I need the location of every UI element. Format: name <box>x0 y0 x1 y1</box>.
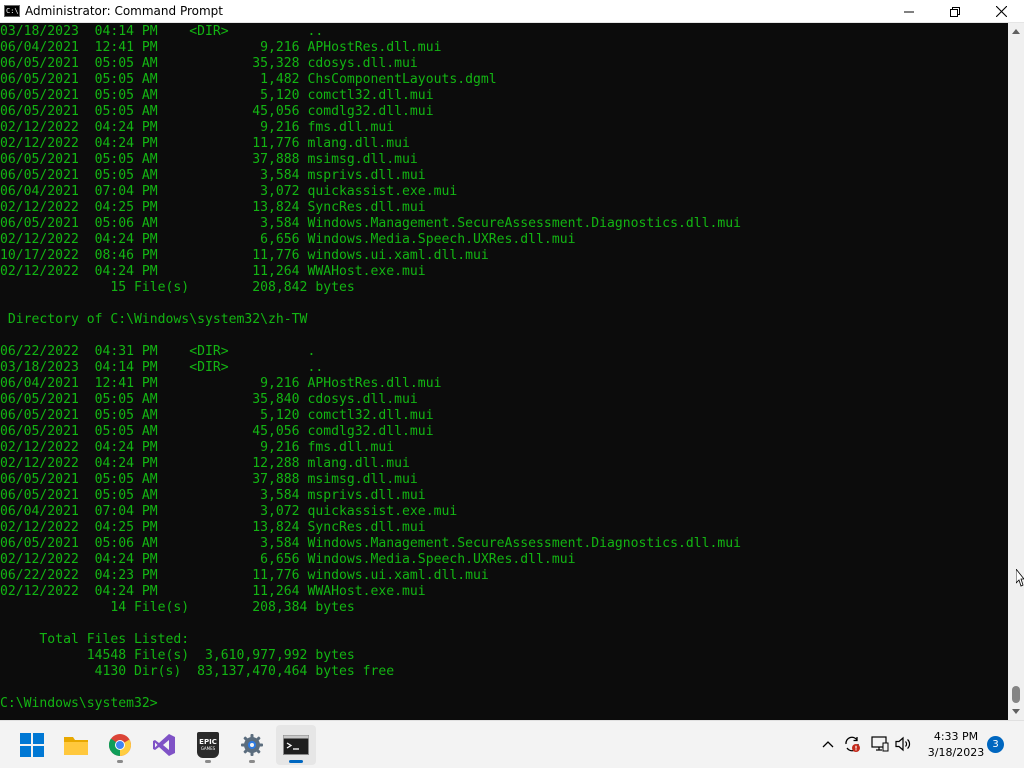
network-icon <box>871 736 889 752</box>
epic-games-icon: EPIC GAMES <box>197 732 219 758</box>
taskbar-command-prompt[interactable] <box>276 725 316 765</box>
console-line: 03/18/2023 04:14 PM <DIR> .. <box>0 360 324 375</box>
scrollbar-thumb[interactable] <box>1012 686 1020 703</box>
clock-date: 3/18/2023 <box>927 746 985 759</box>
console-line: 02/12/2022 04:24 PM 12,288 mlang.dll.mui <box>0 456 410 471</box>
epic-label: EPIC <box>199 738 217 746</box>
console-line: 14 File(s) 208,384 bytes <box>0 600 355 615</box>
visual-studio-icon <box>153 734 175 756</box>
chevron-up-icon <box>822 741 834 748</box>
vertical-scrollbar[interactable] <box>1008 23 1024 720</box>
console-line: 06/05/2021 05:05 AM 45,056 comdlg32.dll.… <box>0 104 434 119</box>
console-line: Total Files Listed: <box>0 632 190 647</box>
console-line: Directory of C:\Windows\system32\zh-TW <box>0 312 308 327</box>
console-line: 15 File(s) 208,842 bytes <box>0 280 355 295</box>
console-line: 06/05/2021 05:05 AM 5,120 comctl32.dll.m… <box>0 88 434 103</box>
tray-network[interactable] <box>869 733 891 755</box>
show-hidden-icons-button[interactable] <box>817 733 839 755</box>
sync-error-icon <box>845 736 860 752</box>
taskbar-epic-games[interactable]: EPIC GAMES <box>188 725 228 765</box>
running-indicator <box>205 760 211 763</box>
console-line: 06/05/2021 05:05 AM 3,584 msprivs.dll.mu… <box>0 488 426 503</box>
console-line: 06/22/2022 04:23 PM 11,776 windows.ui.xa… <box>0 568 489 583</box>
restore-icon <box>950 6 960 17</box>
notification-badge[interactable]: 3 <box>987 736 1004 753</box>
console-line: 02/12/2022 04:24 PM 11,264 WWAHost.exe.m… <box>0 584 426 599</box>
taskbar-visual-studio[interactable] <box>144 725 184 765</box>
epic-sublabel: GAMES <box>200 746 216 751</box>
title-bar[interactable]: C:\ Administrator: Command Prompt <box>0 0 1024 23</box>
active-indicator <box>289 760 303 763</box>
console-line: 02/12/2022 04:25 PM 13,824 SyncRes.dll.m… <box>0 520 426 535</box>
tray-update-status[interactable] <box>841 733 863 755</box>
window-title: Administrator: Command Prompt <box>25 4 223 18</box>
console-line: 10/17/2022 08:46 PM 11,776 windows.ui.xa… <box>0 248 489 263</box>
terminal-icon <box>283 735 309 755</box>
clock-time: 4:33 PM <box>933 730 979 743</box>
console-line: 02/12/2022 04:25 PM 13,824 SyncRes.dll.m… <box>0 200 426 215</box>
console-line: 06/04/2021 12:41 PM 9,216 APHostRes.dll.… <box>0 40 442 55</box>
console-line: 06/04/2021 07:04 PM 3,072 quickassist.ex… <box>0 184 458 199</box>
running-indicator <box>249 760 255 763</box>
close-icon <box>995 6 1007 17</box>
console-line: 02/12/2022 04:24 PM 6,656 Windows.Media.… <box>0 232 576 247</box>
speaker-icon <box>895 736 911 752</box>
console-line: 06/05/2021 05:05 AM 3,584 msprivs.dll.mu… <box>0 168 426 183</box>
console-line: 02/12/2022 04:24 PM 6,656 Windows.Media.… <box>0 552 576 567</box>
console-line: 02/12/2022 04:24 PM 11,264 WWAHost.exe.m… <box>0 264 426 279</box>
console-line: 06/05/2021 05:05 AM 5,120 comctl32.dll.m… <box>0 408 434 423</box>
scroll-down-arrow-icon[interactable] <box>1008 703 1024 720</box>
console-line: 06/05/2021 05:05 AM 37,888 msimsg.dll.mu… <box>0 472 418 487</box>
mouse-cursor-icon <box>1016 569 1024 587</box>
close-button[interactable] <box>978 0 1024 23</box>
console-line: 02/12/2022 04:24 PM 9,216 fms.dll.mui <box>0 120 395 135</box>
tray-volume[interactable] <box>893 733 915 755</box>
scroll-up-arrow-icon[interactable] <box>1008 23 1024 40</box>
console-line: 06/04/2021 07:04 PM 3,072 quickassist.ex… <box>0 504 458 519</box>
running-indicator <box>117 760 123 763</box>
console-line: 06/22/2022 04:31 PM <DIR> . <box>0 344 316 359</box>
console-line: 02/12/2022 04:24 PM 11,776 mlang.dll.mui <box>0 136 410 151</box>
taskbar-chrome[interactable] <box>100 725 140 765</box>
restore-button[interactable] <box>932 0 978 23</box>
console-line: C:\Windows\system32> <box>0 696 158 711</box>
console-lines: 03/18/2023 04:14 PM <DIR> .. 06/04/2021 1… <box>0 24 741 712</box>
console-line: 06/05/2021 05:06 AM 3,584 Windows.Manage… <box>0 216 742 231</box>
console-line: 06/05/2021 05:05 AM 37,888 msimsg.dll.mu… <box>0 152 418 167</box>
console-line: 4130 Dir(s) 83,137,470,464 bytes free <box>0 664 395 679</box>
console-line: 03/18/2023 04:14 PM <DIR> .. <box>0 24 324 39</box>
console-line: 06/05/2021 05:05 AM 1,482 ChsComponentLa… <box>0 72 497 87</box>
console-line: 06/05/2021 05:05 AM 45,056 comdlg32.dll.… <box>0 424 434 439</box>
command-prompt-icon: C:\ <box>4 5 20 17</box>
folder-icon <box>64 737 88 755</box>
gear-icon <box>241 734 263 756</box>
window-controls <box>886 0 1024 23</box>
taskbar-clock[interactable]: 4:33 PM 3/18/2023 <box>918 729 994 761</box>
console-line: 06/04/2021 12:41 PM 9,216 APHostRes.dll.… <box>0 376 442 391</box>
console-line: 06/05/2021 05:06 AM 3,584 Windows.Manage… <box>0 536 742 551</box>
minimize-button[interactable] <box>886 0 932 23</box>
chrome-icon <box>109 734 131 756</box>
console-line: 02/12/2022 04:24 PM 9,216 fms.dll.mui <box>0 440 395 455</box>
windows-logo-icon <box>20 733 44 757</box>
console-line: 14548 File(s) 3,610,977,992 bytes <box>0 648 355 663</box>
taskbar: EPIC GAMES 4:33 PM 3/18/2023 3 <box>0 720 1024 768</box>
console-line: 06/05/2021 05:05 AM 35,328 cdosys.dll.mu… <box>0 56 418 71</box>
taskbar-settings[interactable] <box>232 725 272 765</box>
console-output[interactable]: 03/18/2023 04:14 PM <DIR> .. 06/04/2021 1… <box>0 23 1008 720</box>
start-button[interactable] <box>12 725 52 765</box>
minimize-icon <box>904 11 914 12</box>
taskbar-file-explorer[interactable] <box>56 725 96 765</box>
console-line: 06/05/2021 05:05 AM 35,840 cdosys.dll.mu… <box>0 392 418 407</box>
